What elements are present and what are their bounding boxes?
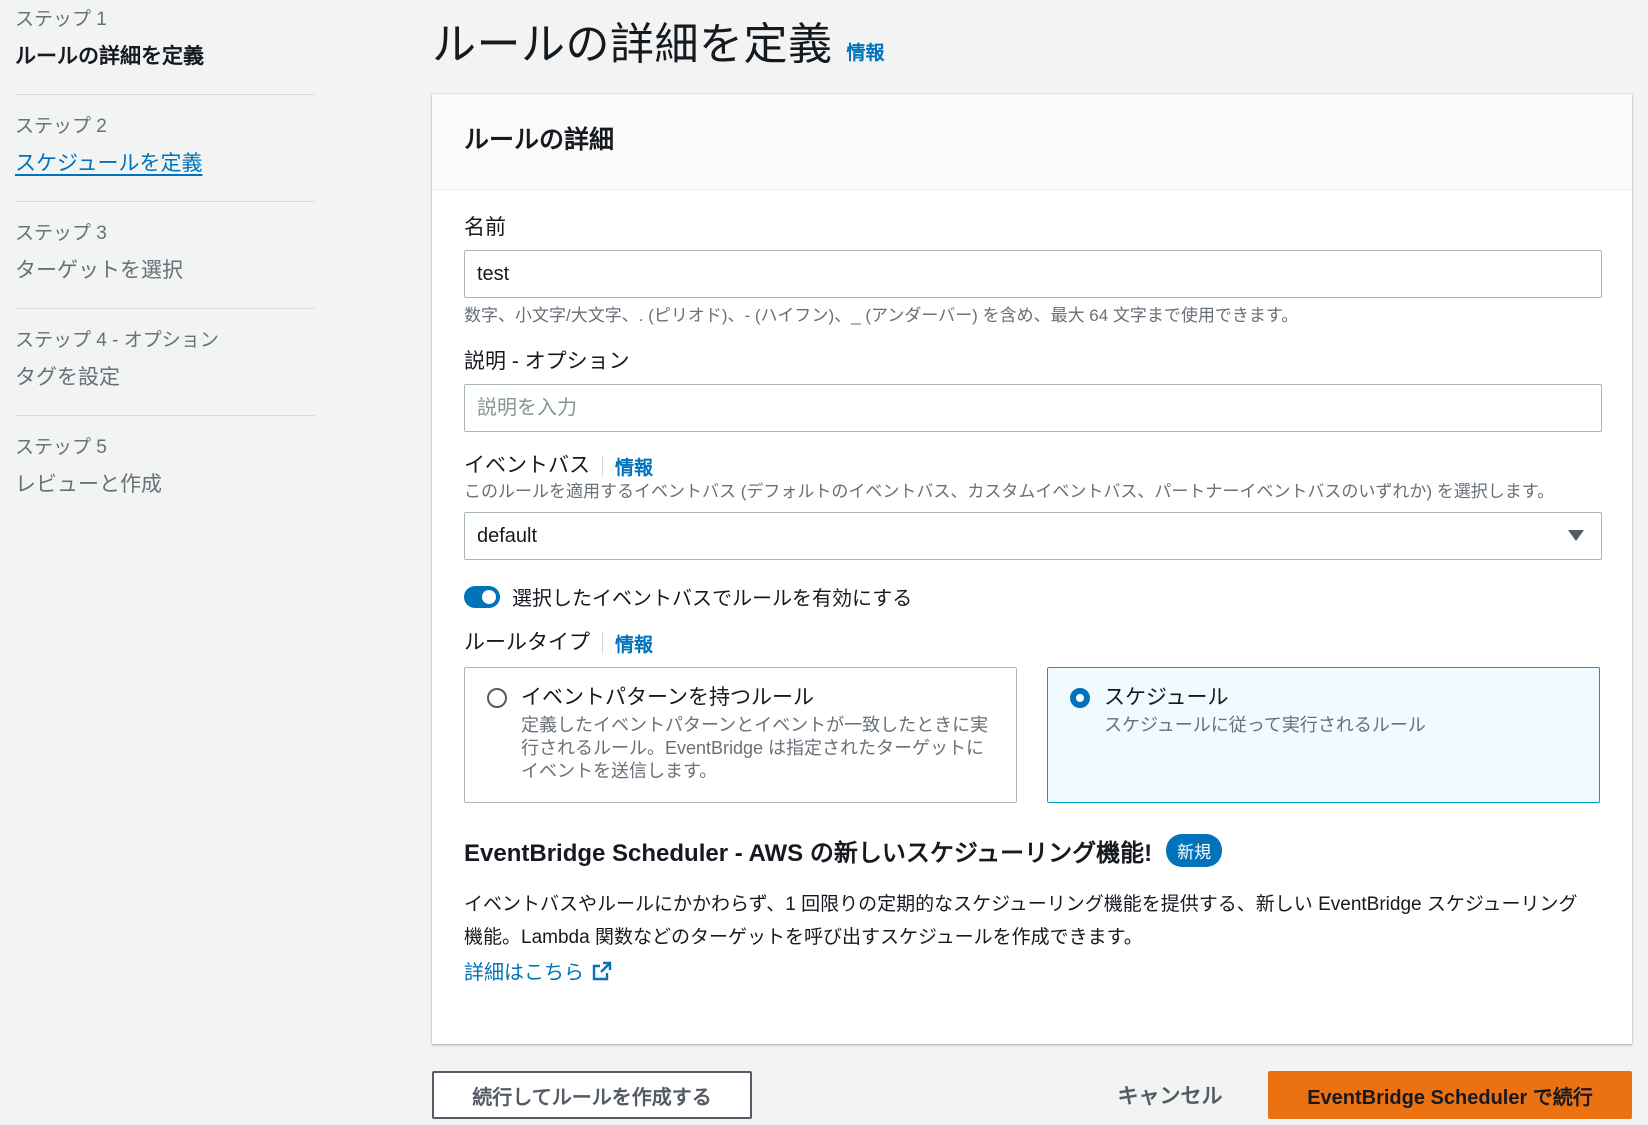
step-title: ターゲットを選択	[15, 259, 183, 282]
continue-create-rule-button[interactable]: 続行してルールを作成する	[432, 1071, 752, 1119]
enable-rule-toggle-row: 選択したイベントバスでルールを有効にする	[464, 582, 1600, 611]
step-number: ステップ 4 - オプション	[15, 330, 219, 351]
step-title: ルールの詳細を定義	[15, 45, 204, 68]
wizard-steps-nav: ステップ 1 ルールの詳細を定義 ステップ 2 スケジュールを定義 ステップ 3…	[15, 8, 315, 542]
step-2: ステップ 2 スケジュールを定義	[15, 115, 315, 202]
tile-text: スケジュール スケジュールに従って実行されるルール	[1104, 684, 1426, 786]
rule-type-event-pattern-tile[interactable]: イベントパターンを持つルール 定義したイベントパターンとイベントが一致したときに…	[464, 667, 1017, 803]
scheduler-promo-title: EventBridge Scheduler - AWS の新しいスケジューリング…	[464, 840, 1153, 867]
rule-type-tiles: イベントパターンを持つルール 定義したイベントパターンとイベントが一致したときに…	[464, 667, 1600, 803]
step-link[interactable]: スケジュールを定義	[15, 149, 315, 179]
external-link-icon	[592, 961, 612, 980]
tile-text: イベントパターンを持つルール 定義したイベントパターンとイベントが一致したときに…	[521, 684, 994, 786]
event-bus-hint: このルールを適用するイベントバス (デフォルトのイベントバス、カスタムイベントバ…	[464, 482, 1555, 501]
step-number: ステップ 5	[15, 437, 107, 458]
name-hint: 数字、小文字/大文字、. (ピリオド)、- (ハイフン)、_ (アンダーバー) …	[464, 306, 1299, 325]
toggle-label: 選択したイベントバスでルールを有効にする	[512, 588, 913, 610]
event-bus-select-value[interactable]: default	[464, 512, 1602, 560]
step-number: ステップ 2	[15, 116, 107, 137]
learn-more-link[interactable]: 詳細はこちら	[464, 956, 1600, 985]
rule-type-label-row: ルールタイプ 情報	[464, 629, 1600, 657]
rule-type-schedule-tile[interactable]: スケジュール スケジュールに従って実行されるルール	[1047, 667, 1600, 803]
description-label: 説明 - オプション	[464, 350, 630, 373]
event-bus-select[interactable]: default	[464, 512, 1602, 560]
tile-description: スケジュールに従って実行されるルール	[1104, 715, 1426, 735]
step-1: ステップ 1 ルールの詳細を定義	[15, 8, 315, 95]
radio-button-selected[interactable]	[1070, 688, 1090, 708]
tile-title: スケジュール	[1104, 686, 1229, 709]
event-bus-label: イベントバス	[464, 454, 590, 477]
rule-type-info-link[interactable]: 情報	[615, 630, 653, 657]
step-number: ステップ 1	[15, 9, 107, 30]
name-label: 名前	[464, 216, 506, 239]
step-4: ステップ 4 - オプション タグを設定	[15, 329, 315, 416]
enable-rule-toggle[interactable]	[464, 585, 500, 608]
panel-title: ルールの詳細	[432, 94, 1632, 190]
event-bus-info-link[interactable]: 情報	[615, 453, 653, 480]
step-title: タグを設定	[15, 366, 120, 389]
step-title: レビューと作成	[15, 473, 162, 496]
step-3: ステップ 3 ターゲットを選択	[15, 222, 315, 309]
cancel-button[interactable]: キャンセル	[1100, 1071, 1240, 1119]
page-title: ルールの詳細を定義	[432, 20, 833, 69]
new-badge: 新規	[1166, 834, 1223, 867]
panel-body: 名前 数字、小文字/大文字、. (ピリオド)、- (ハイフン)、_ (アンダーバ…	[432, 190, 1632, 985]
step-5: ステップ 5 レビューと作成	[15, 436, 315, 522]
scheduler-promo-title-row: EventBridge Scheduler - AWS の新しいスケジューリング…	[464, 833, 1600, 868]
tile-description: 定義したイベントパターンとイベントが一致したときに実行されるルール。EventB…	[521, 715, 989, 781]
divider	[602, 455, 603, 477]
continue-scheduler-button[interactable]: EventBridge Scheduler で続行	[1268, 1071, 1632, 1119]
scheduler-promo-body: イベントバスやルールにかかわらず、1 回限りの定期的なスケジューリング機能を提供…	[464, 894, 1578, 948]
description-input[interactable]	[464, 384, 1602, 432]
page-header: ルールの詳細を定義 情報	[432, 8, 885, 72]
step-number: ステップ 3	[15, 223, 107, 244]
rule-details-panel: ルールの詳細 名前 数字、小文字/大文字、. (ピリオド)、- (ハイフン)、_…	[432, 94, 1632, 1044]
caret-down-icon	[1568, 530, 1584, 541]
name-input[interactable]	[464, 250, 1602, 298]
divider	[602, 632, 603, 654]
event-bus-label-row: イベントバス 情報	[464, 452, 1600, 480]
info-link[interactable]: 情報	[847, 38, 885, 65]
learn-more-label: 詳細はこちら	[464, 962, 584, 984]
radio-button[interactable]	[487, 688, 507, 708]
rule-type-label: ルールタイプ	[464, 631, 590, 654]
tile-title: イベントパターンを持つルール	[521, 686, 814, 709]
